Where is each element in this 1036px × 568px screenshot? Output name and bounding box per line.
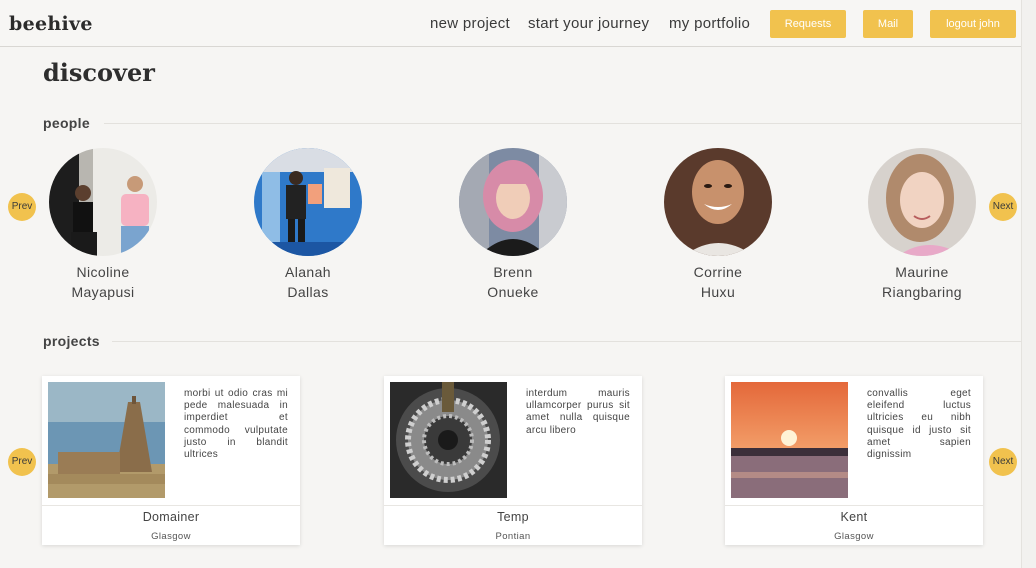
projects-heading: projects: [43, 333, 100, 349]
people-divider: [104, 123, 1022, 124]
person-card-5[interactable]: Maurine Riangbaring: [852, 148, 992, 302]
project-card-2[interactable]: interdum mauris ullamcorper purus sit am…: [384, 376, 642, 545]
person-card-1[interactable]: Nicoline Mayapusi: [33, 148, 173, 302]
person-card-4[interactable]: Corrine Huxu: [648, 148, 788, 302]
nav-link-new-project[interactable]: new project: [430, 15, 510, 32]
card-divider: [42, 505, 300, 506]
card-divider: [384, 505, 642, 506]
project-image-temple: [48, 382, 165, 498]
nav-link-start-your-journey[interactable]: start your journey: [528, 15, 649, 32]
person-first-name: Corrine: [693, 264, 743, 280]
person-first-name: Nicoline: [76, 264, 130, 280]
project-location: Glasgow: [834, 531, 874, 542]
avatar: [664, 148, 772, 256]
person-card-2[interactable]: Alanah Dallas: [238, 148, 378, 302]
avatar: [868, 148, 976, 256]
people-next-button[interactable]: Next: [989, 193, 1017, 221]
project-image-sunset: [731, 382, 848, 498]
person-last-name: Riangbaring: [882, 284, 962, 300]
avatar: [254, 148, 362, 256]
project-card-3[interactable]: convallis eget eleifend luctus ultricies…: [725, 376, 983, 545]
person-last-name: Mayapusi: [71, 284, 135, 300]
avatar: [49, 148, 157, 256]
person-card-3[interactable]: Brenn Onueke: [443, 148, 583, 302]
person-last-name: Onueke: [487, 284, 539, 300]
project-card-1[interactable]: morbi ut odio cras mi pede malesuada in …: [42, 376, 300, 545]
project-title: Temp: [497, 510, 529, 524]
project-image-machine: [390, 382, 507, 498]
brand-logo[interactable]: beehive: [9, 13, 93, 35]
project-description: convallis eget eleifend luctus ultricies…: [867, 388, 971, 461]
project-location: Pontian: [495, 531, 531, 542]
project-description: interdum mauris ullamcorper purus sit am…: [526, 388, 630, 436]
people-prev-button[interactable]: Prev: [8, 193, 36, 221]
top-nav: beehive new project start your journey m…: [0, 0, 1022, 47]
mail-button[interactable]: Mail: [863, 10, 913, 38]
project-title: Domainer: [142, 510, 200, 524]
projects-next-button[interactable]: Next: [989, 448, 1017, 476]
card-divider: [725, 505, 983, 506]
people-heading: people: [43, 115, 90, 131]
nav-link-my-portfolio[interactable]: my portfolio: [669, 15, 750, 32]
requests-button[interactable]: Requests: [770, 10, 846, 38]
logout-button[interactable]: logout john: [930, 10, 1016, 38]
project-location: Glasgow: [151, 531, 191, 542]
person-last-name: Dallas: [287, 284, 329, 300]
person-first-name: Brenn: [493, 264, 533, 280]
person-first-name: Maurine: [895, 264, 949, 280]
page-title: discover: [43, 58, 155, 87]
projects-divider: [112, 341, 1022, 342]
projects-prev-button[interactable]: Prev: [8, 448, 36, 476]
avatar: [459, 148, 567, 256]
person-first-name: Alanah: [285, 264, 331, 280]
project-description: morbi ut odio cras mi pede malesuada in …: [184, 388, 288, 461]
person-last-name: Huxu: [700, 284, 736, 300]
vertical-scrollbar[interactable]: [1021, 0, 1036, 568]
project-title: Kent: [840, 510, 868, 524]
